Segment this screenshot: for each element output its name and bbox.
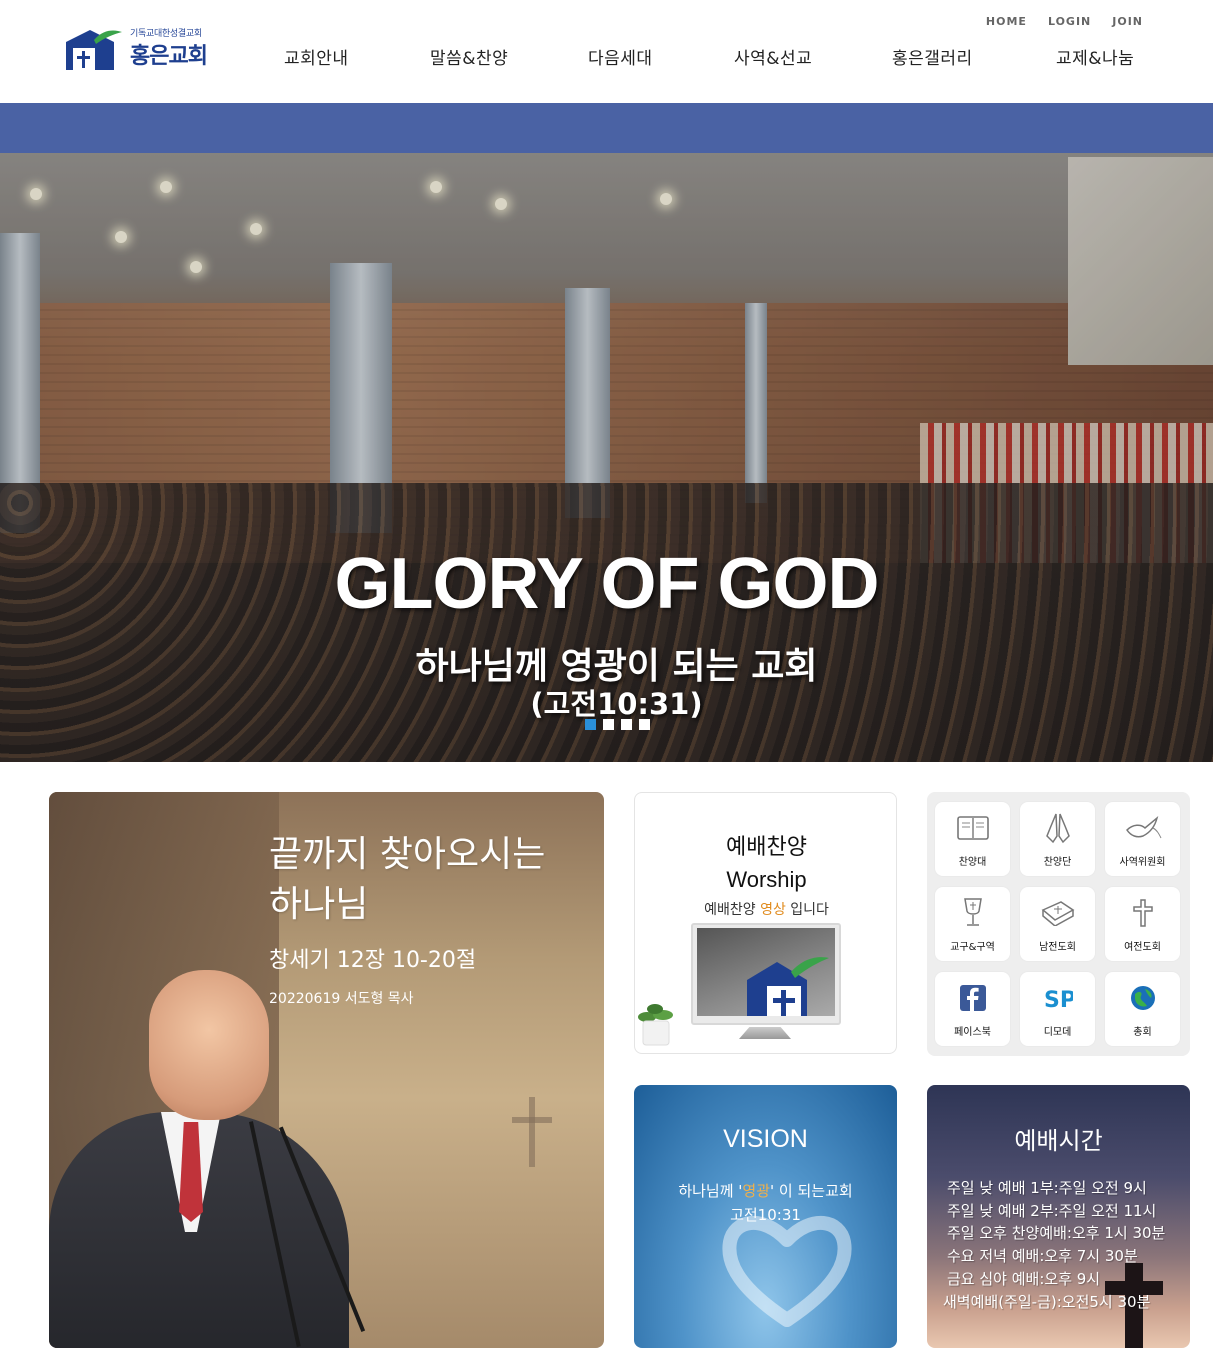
sermon-meta: 20220619 서도형 목사 bbox=[269, 991, 414, 1007]
hero-reference: (고전10:31) bbox=[530, 687, 703, 721]
praying-hands-icon bbox=[1045, 813, 1070, 844]
nav-fellowship[interactable]: 교제&나눔 bbox=[1056, 44, 1134, 69]
service-times-title: 예배시간 bbox=[1014, 1127, 1103, 1155]
sermon-cross-shape bbox=[512, 1117, 552, 1123]
globe-icon bbox=[1130, 986, 1155, 1010]
service-time-item: 새벽예배(주일-금):오전5시 30분 bbox=[943, 1292, 1151, 1311]
worship-title-ko: 예배찬양 bbox=[726, 835, 807, 860]
monitor-icon bbox=[691, 923, 841, 1025]
hero-title: GLORY OF GOD bbox=[334, 544, 879, 624]
join-link[interactable]: JOIN bbox=[1112, 15, 1143, 28]
service-times-card[interactable]: 예배시간 주일 낮 예배 1부:주일 오전 9시 주일 낮 예배 2부:주일 오… bbox=[927, 1085, 1190, 1348]
slide-dot-3[interactable] bbox=[621, 719, 632, 730]
quick-link-ministry[interactable]: 사역위원회 bbox=[1105, 802, 1180, 876]
slider-pagination bbox=[585, 719, 650, 730]
quick-link-timothy[interactable]: SP 디모데 bbox=[1020, 972, 1095, 1046]
service-time-item: 금요 심야 예배:오후 9시 bbox=[947, 1269, 1101, 1288]
slide-dot-4[interactable] bbox=[639, 719, 650, 730]
vision-text: ' 이 되는교회 bbox=[770, 1182, 853, 1200]
plant-icon bbox=[638, 1004, 673, 1046]
sermon-card[interactable]: 끝까지 찾아오시는 하나님 창세기 12장 10-20절 20220619 서도… bbox=[49, 792, 604, 1348]
worship-description: 예배찬양 영상 입니다 bbox=[635, 899, 896, 919]
quick-link-facebook[interactable]: 페이스북 bbox=[935, 972, 1010, 1046]
vision-card[interactable]: VISION 하나님께 '영광' 이 되는교회 고전10:31 bbox=[634, 1085, 897, 1348]
vision-highlight: 영광 bbox=[742, 1182, 771, 1200]
nav-word-praise[interactable]: 말씀&찬양 bbox=[430, 44, 508, 69]
site-header: 기독교대한성결교회 홍은교회 HOME LOGIN JOIN 교회안내 말씀&찬… bbox=[0, 0, 1213, 103]
cloud-heart-icon bbox=[722, 1216, 852, 1327]
worship-desc-highlight: 영상 bbox=[760, 902, 786, 918]
quick-link-label: 사역위원회 bbox=[1119, 857, 1166, 868]
quick-link-label: 페이스북 bbox=[954, 1027, 991, 1038]
svg-text:SP: SP bbox=[1044, 988, 1073, 1011]
quick-link-women[interactable]: 여전도회 bbox=[1105, 887, 1180, 961]
service-time-item: 수요 저녁 예배:오후 7시 30분 bbox=[947, 1247, 1138, 1266]
nav-church-info[interactable]: 교회안내 bbox=[284, 44, 349, 69]
worship-desc-text: 예배찬양 bbox=[704, 902, 761, 918]
quick-link-label: 디모데 bbox=[1043, 1027, 1072, 1038]
cross-icon bbox=[1132, 899, 1153, 927]
worship-card[interactable]: 예배찬양 Worship 예배찬양 영상 입니다 bbox=[634, 792, 897, 1054]
quick-link-praise-team[interactable]: 찬양단 bbox=[1020, 802, 1095, 876]
vision-text: 하나님께 ' bbox=[678, 1182, 743, 1200]
vision-title: VISION bbox=[723, 1125, 808, 1153]
quick-link-label: 총회 bbox=[1133, 1027, 1152, 1038]
hero-slider[interactable]: GLORY OF GOD 하나님께 영광이 되는 교회 (고전10:31) bbox=[0, 153, 1213, 762]
bible-icon bbox=[1041, 901, 1074, 926]
quick-link-label: 남전도회 bbox=[1039, 942, 1076, 953]
nav-ministry-mission[interactable]: 사역&선교 bbox=[734, 44, 812, 69]
sermon-title: 끝까지 찾아오시는 하나님 bbox=[269, 834, 546, 925]
chalice-icon bbox=[963, 898, 982, 926]
sermon-cross-shape bbox=[529, 1097, 535, 1167]
sp-logo-icon: SP bbox=[1044, 988, 1073, 1011]
service-times-list: 주일 낮 예배 1부:주일 오전 9시 주일 낮 예배 2부:주일 오전 11시… bbox=[943, 1177, 1190, 1313]
home-link[interactable]: HOME bbox=[986, 15, 1027, 28]
quick-link-assembly[interactable]: 총회 bbox=[1105, 972, 1180, 1046]
dove-icon bbox=[1125, 815, 1161, 839]
monitor-stand bbox=[739, 1027, 791, 1039]
facebook-icon bbox=[959, 985, 986, 1011]
quick-link-label: 여전도회 bbox=[1124, 942, 1161, 953]
pastor-face bbox=[149, 970, 269, 1120]
quick-link-label: 교구&구역 bbox=[950, 942, 995, 953]
util-links: HOME LOGIN JOIN bbox=[965, 15, 1143, 28]
church-logo[interactable]: 기독교대한성결교회 홍은교회 bbox=[64, 26, 218, 72]
slide-dot-1[interactable] bbox=[585, 719, 596, 730]
sermon-passage: 창세기 12장 10-20절 bbox=[269, 948, 477, 973]
church-logo-icon bbox=[747, 957, 829, 1016]
slide-dot-2[interactable] bbox=[603, 719, 614, 730]
quick-links-panel: 찬양대 찬양단 사역위원회 교구&구역 남전도회 여전도회 페이스북 SP 디모… bbox=[927, 792, 1190, 1056]
worship-desc-text: 입니다 bbox=[785, 902, 829, 918]
vision-statement: 하나님께 '영광' 이 되는교회 bbox=[634, 1180, 897, 1201]
header-band bbox=[0, 103, 1213, 153]
vision-reference: 고전10:31 bbox=[730, 1206, 801, 1224]
service-time-item: 주일 오후 찬양예배:오후 1시 30분 bbox=[947, 1224, 1166, 1243]
nav-gallery[interactable]: 홍은갤러리 bbox=[892, 44, 973, 69]
church-logo-icon bbox=[66, 30, 122, 70]
quick-link-choir[interactable]: 찬양대 bbox=[935, 802, 1010, 876]
nav-next-generation[interactable]: 다음세대 bbox=[588, 44, 653, 69]
login-link[interactable]: LOGIN bbox=[1048, 15, 1091, 28]
worship-title-en: Worship bbox=[726, 867, 807, 892]
quick-link-men[interactable]: 남전도회 bbox=[1020, 887, 1095, 961]
logo-name: 홍은교회 bbox=[130, 44, 208, 69]
main-nav: 교회안내 말씀&찬양 다음세대 사역&선교 홍은갤러리 교제&나눔 bbox=[250, 44, 1170, 69]
quick-link-label: 찬양단 bbox=[1043, 857, 1072, 868]
quick-link-label: 찬양대 bbox=[958, 857, 987, 868]
book-icon bbox=[956, 816, 989, 840]
service-time-item: 주일 낮 예배 2부:주일 오전 11시 bbox=[947, 1201, 1157, 1220]
service-time-item: 주일 낮 예배 1부:주일 오전 9시 bbox=[947, 1179, 1147, 1197]
quick-link-district[interactable]: 교구&구역 bbox=[935, 887, 1010, 961]
